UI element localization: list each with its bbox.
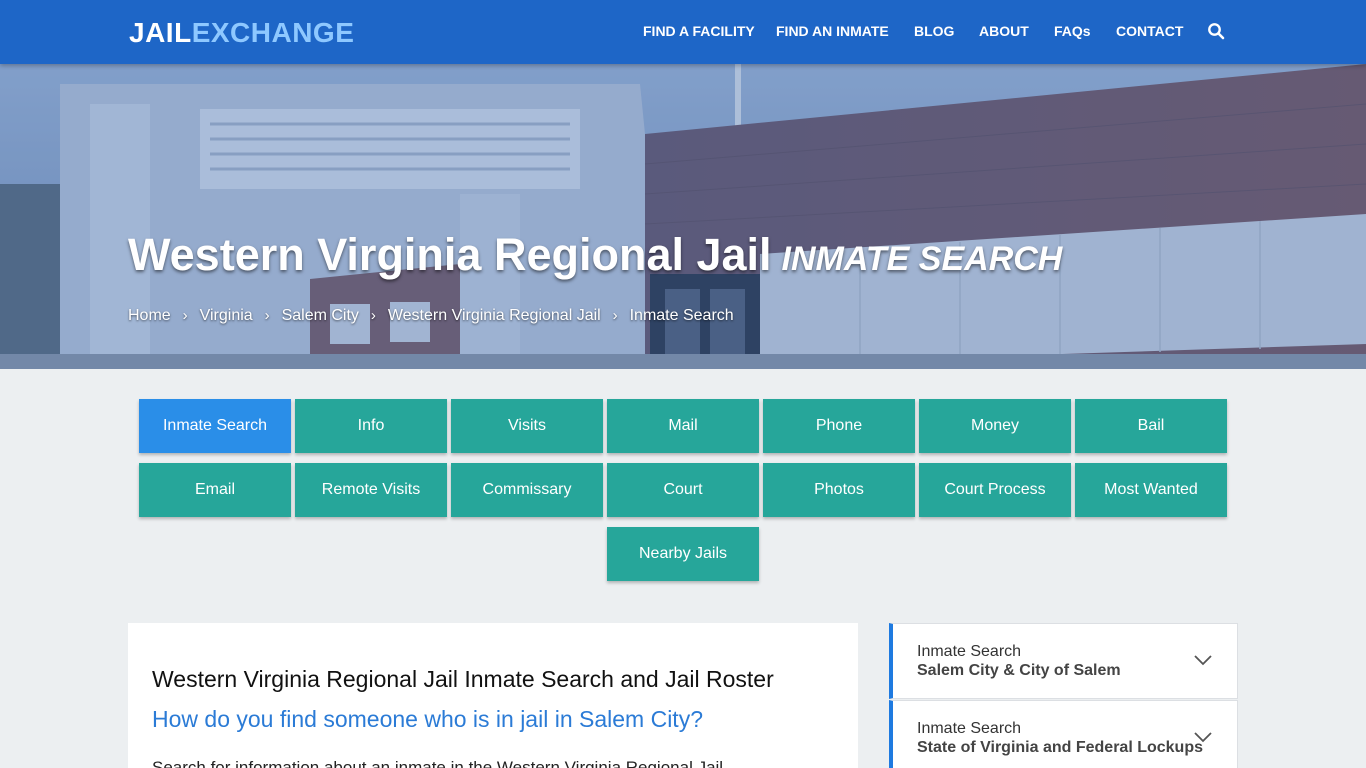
tab-visits[interactable]: Visits	[451, 399, 603, 453]
sidebar-accordion: Inmate Search Salem City & City of Salem…	[889, 623, 1238, 768]
tab-inmate-search[interactable]: Inmate Search	[139, 399, 291, 453]
chevron-down-icon	[1194, 655, 1212, 666]
top-nav-bar: JAILEXCHANGE FIND A FACILITY FIND AN INM…	[0, 0, 1366, 64]
sidebar-item-sublabel: Salem City & City of Salem	[917, 662, 1121, 679]
sidebar-item-salem-inmate-search[interactable]: Inmate Search Salem City & City of Salem	[889, 623, 1238, 699]
breadcrumb-virginia[interactable]: Virginia	[200, 307, 253, 325]
nav-faqs[interactable]: FAQs	[1054, 23, 1091, 39]
tab-photos[interactable]: Photos	[763, 463, 915, 517]
tab-remote-visits[interactable]: Remote Visits	[295, 463, 447, 517]
tab-commissary[interactable]: Commissary	[451, 463, 603, 517]
tab-info[interactable]: Info	[295, 399, 447, 453]
tab-nearby-jails[interactable]: Nearby Jails	[607, 527, 759, 581]
logo-part-jail: JAIL	[129, 17, 192, 48]
jail-exchange-logo[interactable]: JAILEXCHANGE	[129, 17, 354, 49]
sidebar-item-label: Inmate Search	[917, 643, 1022, 660]
sidebar-item-label: Inmate Search	[917, 720, 1022, 737]
nav-contact[interactable]: CONTACT	[1116, 23, 1183, 39]
breadcrumb-current: Inmate Search	[629, 307, 734, 324]
breadcrumb: Home › Virginia › Salem City › Western V…	[128, 307, 734, 325]
page-title: Western Virginia Regional Jail INMATE SEA…	[128, 229, 1062, 285]
tab-bail[interactable]: Bail	[1075, 399, 1227, 453]
nav-find-facility[interactable]: FIND A FACILITY	[643, 23, 755, 39]
logo-part-exchange: EXCHANGE	[191, 17, 355, 48]
chevron-right-icon: ›	[612, 307, 618, 324]
tab-court-process[interactable]: Court Process	[919, 463, 1071, 517]
breadcrumb-home[interactable]: Home	[128, 307, 171, 325]
content-question: How do you find someone who is in jail i…	[152, 706, 703, 732]
nav-blog[interactable]: BLOG	[914, 23, 954, 39]
tab-most-wanted[interactable]: Most Wanted	[1075, 463, 1227, 517]
breadcrumb-facility[interactable]: Western Virginia Regional Jail	[388, 307, 601, 325]
chevron-down-icon	[1194, 732, 1212, 743]
search-icon[interactable]	[1207, 22, 1225, 40]
main-content-card: Western Virginia Regional Jail Inmate Se…	[128, 623, 858, 768]
tab-phone[interactable]: Phone	[763, 399, 915, 453]
page-title-main: Western Virginia Regional Jail	[128, 229, 772, 280]
hero-banner: Western Virginia Regional Jail INMATE SEA…	[0, 64, 1366, 369]
content-intro-text: Search for information about an inmate i…	[152, 758, 724, 768]
nav-about[interactable]: ABOUT	[979, 23, 1029, 39]
tab-money[interactable]: Money	[919, 399, 1071, 453]
sidebar-item-virginia-inmate-search[interactable]: Inmate Search State of Virginia and Fede…	[889, 700, 1238, 768]
chevron-right-icon: ›	[264, 307, 270, 324]
tab-email[interactable]: Email	[139, 463, 291, 517]
breadcrumb-salem-city[interactable]: Salem City	[282, 307, 359, 325]
page-title-subtitle: INMATE SEARCH	[781, 240, 1063, 278]
chevron-right-icon: ›	[370, 307, 376, 324]
content-heading: Western Virginia Regional Jail Inmate Se…	[152, 666, 774, 692]
tab-mail[interactable]: Mail	[607, 399, 759, 453]
chevron-right-icon: ›	[182, 307, 188, 324]
sidebar-item-sublabel: State of Virginia and Federal Lockups	[917, 739, 1203, 756]
nav-find-inmate[interactable]: FIND AN INMATE	[776, 23, 889, 39]
tab-court[interactable]: Court	[607, 463, 759, 517]
